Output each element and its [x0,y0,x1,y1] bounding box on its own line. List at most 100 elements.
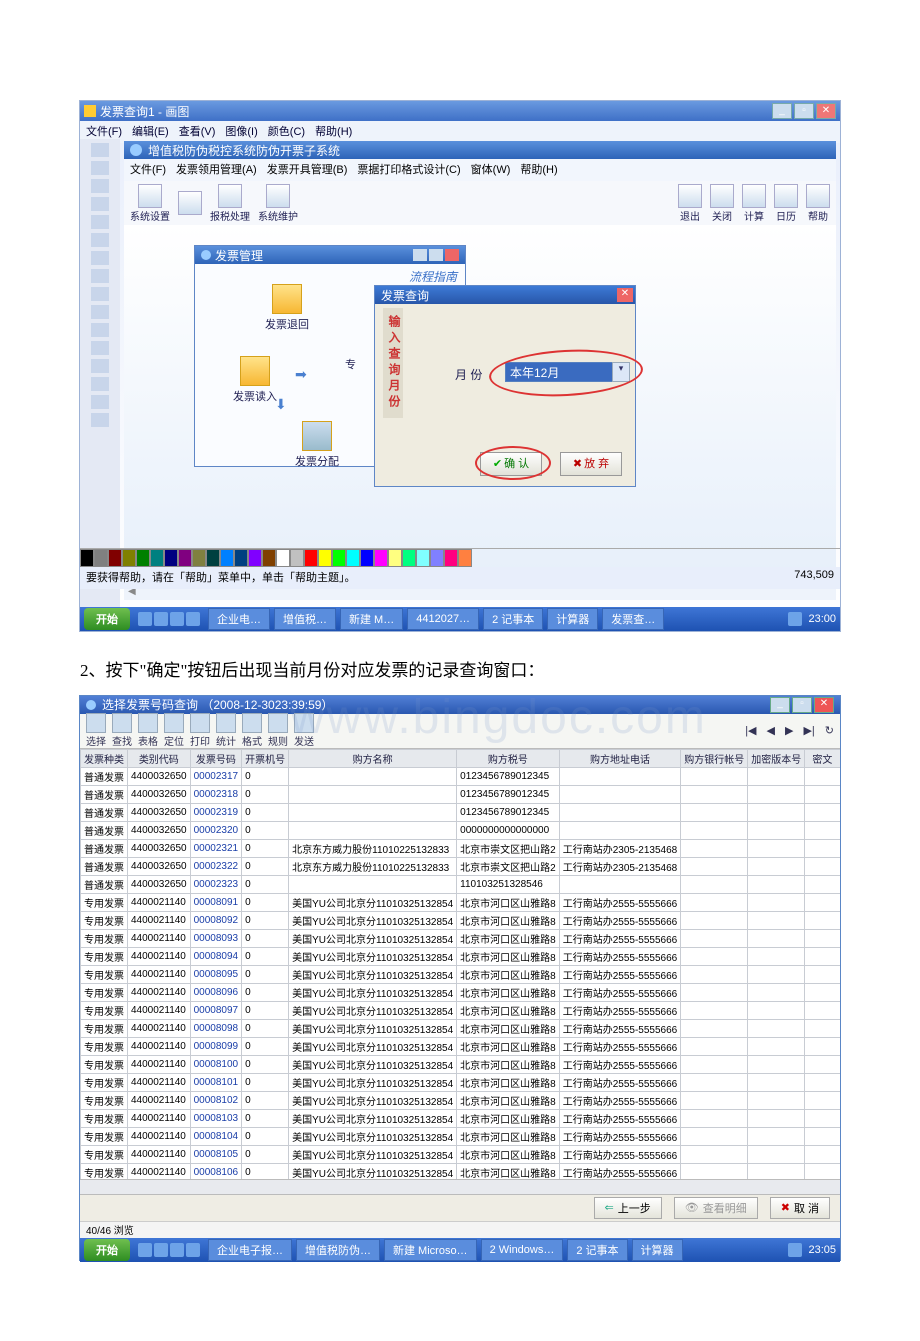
taskbar-item[interactable]: 企业电子报… [208,1239,292,1261]
taskbar-item[interactable]: 2 记事本 [483,608,543,630]
taskbar-item[interactable]: 4412027… [407,608,479,630]
table-row[interactable]: 专用发票4400021140000080990美国YU公司北京分11010325… [81,1037,841,1055]
quicklaunch-icon[interactable] [138,612,152,626]
menu-item[interactable]: 图像(I) [225,123,257,141]
invoice-grid[interactable]: 发票种类类别代码发票号码开票机号购方名称购方税号购方地址电话购方银行帐号加密版本… [80,749,840,1179]
color-swatch[interactable] [416,549,430,567]
table-row[interactable]: 普通发票44000326500000231700123456789012345 [81,767,841,785]
color-swatch[interactable] [374,549,388,567]
color-swatch[interactable] [122,549,136,567]
toolbar-button[interactable]: 查找 [112,713,132,748]
table-row[interactable]: 专用发票4400021140000080950美国YU公司北京分11010325… [81,965,841,983]
taskbar-item[interactable]: 2 Windows… [481,1239,564,1261]
table-row[interactable]: 普通发票44000326500000231800123456789012345 [81,785,841,803]
table-row[interactable]: 普通发票4400032650000023210北京东方威力股份110102251… [81,839,841,857]
toolbar-button[interactable]: 系统维护 [258,184,298,223]
table-row[interactable]: 普通发票4400032650000023230110103251328546 [81,875,841,893]
nav-button[interactable]: |◀ [745,724,756,737]
color-palette[interactable] [80,548,840,567]
minimize-button[interactable]: _ [770,697,790,713]
color-swatch[interactable] [94,549,108,567]
color-swatch[interactable] [444,549,458,567]
color-swatch[interactable] [276,549,290,567]
color-swatch[interactable] [248,549,262,567]
menu-item[interactable]: 票据打印格式设计(C) [357,161,460,179]
taskbar-item[interactable]: 2 记事本 [567,1239,627,1261]
menu-item[interactable]: 发票领用管理(A) [176,161,257,179]
table-row[interactable]: 专用发票4400021140000080930美国YU公司北京分11010325… [81,929,841,947]
menu-item[interactable]: 帮助(H) [520,161,557,179]
dialog-titlebar[interactable]: 发票查询 [375,286,635,304]
menu-item[interactable]: 查看(V) [179,123,216,141]
quicklaunch-icon[interactable] [154,612,168,626]
toolbar-button[interactable]: 格式 [242,713,262,748]
nav-button[interactable]: ◀ [767,724,775,737]
view-detail-button[interactable]: 👁查看明细 [674,1197,758,1219]
toolbar-button[interactable]: 关闭 [710,184,734,223]
table-row[interactable]: 专用发票4400021140000081040美国YU公司北京分11010325… [81,1127,841,1145]
maximize-icon[interactable] [429,249,443,261]
table-row[interactable]: 专用发票4400021140000081050美国YU公司北京分11010325… [81,1145,841,1163]
toolbar-button[interactable]: 表格 [138,713,158,748]
toolbar-button[interactable]: 打印 [190,713,210,748]
color-swatch[interactable] [234,549,248,567]
flow-return[interactable]: 发票退回 [265,284,309,332]
color-swatch[interactable] [220,549,234,567]
minimize-button[interactable]: _ [772,103,792,119]
toolbar-button[interactable]: 日历 [774,184,798,223]
table-row[interactable]: 专用发票4400021140000081010美国YU公司北京分11010325… [81,1073,841,1091]
color-swatch[interactable] [346,549,360,567]
toolbar-button[interactable]: 选择 [86,713,106,748]
table-row[interactable]: 专用发票4400021140000081000美国YU公司北京分11010325… [81,1055,841,1073]
system-tray[interactable]: 23:05 [782,1243,836,1257]
taskbar-item[interactable]: 增值税… [274,608,336,630]
close-icon[interactable] [445,249,459,261]
nav-button[interactable]: ▶ [785,724,793,737]
color-swatch[interactable] [178,549,192,567]
flow-import[interactable]: 发票读入 [233,356,277,404]
toolbar-button[interactable]: 计算 [742,184,766,223]
menu-item[interactable]: 文件(F) [130,161,166,179]
close-button[interactable]: ✕ [816,103,836,119]
system-tray[interactable]: 23:00 [782,612,836,626]
flow-distribute[interactable]: 发票分配 [295,421,339,469]
menu-item[interactable]: 编辑(E) [132,123,169,141]
color-swatch[interactable] [150,549,164,567]
start-button[interactable]: 开始 [84,608,130,630]
cancel-button[interactable]: 放 弃 [560,452,622,476]
h-scrollbar[interactable] [80,1179,840,1194]
color-swatch[interactable] [318,549,332,567]
taskbar-item[interactable]: 计算器 [547,608,598,630]
table-row[interactable]: 专用发票4400021140000080920美国YU公司北京分11010325… [81,911,841,929]
table-row[interactable]: 专用发票4400021140000080910美国YU公司北京分11010325… [81,893,841,911]
color-swatch[interactable] [164,549,178,567]
taskbar-item[interactable]: 新建 Microso… [384,1239,477,1261]
menu-item[interactable]: 窗体(W) [471,161,511,179]
table-row[interactable]: 专用发票4400021140000080970美国YU公司北京分11010325… [81,1001,841,1019]
menu-item[interactable]: 发票开具管理(B) [267,161,348,179]
invoice-mgr-titlebar[interactable]: 发票管理 [195,246,465,264]
taskbar-item[interactable]: 增值税防伪… [296,1239,380,1261]
color-swatch[interactable] [262,549,276,567]
maximize-button[interactable]: ▫ [794,103,814,119]
table-row[interactable]: 专用发票4400021140000080940美国YU公司北京分11010325… [81,947,841,965]
color-swatch[interactable] [430,549,444,567]
minimize-icon[interactable] [413,249,427,261]
table-row[interactable]: 专用发票4400021140000081060美国YU公司北京分11010325… [81,1163,841,1179]
quicklaunch-icon[interactable] [170,1243,184,1257]
toolbar-button[interactable]: 系统设置 [130,184,170,223]
menu-item[interactable]: 颜色(C) [268,123,305,141]
color-swatch[interactable] [304,549,318,567]
table-row[interactable]: 专用发票4400021140000080960美国YU公司北京分11010325… [81,983,841,1001]
quicklaunch-icon[interactable] [186,612,200,626]
table-row[interactable]: 专用发票4400021140000080980美国YU公司北京分11010325… [81,1019,841,1037]
dialog-close-button[interactable]: ✕ [617,288,633,302]
table-row[interactable]: 普通发票4400032650000023220北京东方威力股份110102251… [81,857,841,875]
toolbar-button[interactable] [178,191,202,215]
color-swatch[interactable] [332,549,346,567]
toolbar-button[interactable]: 退出 [678,184,702,223]
quicklaunch-icon[interactable] [186,1243,200,1257]
menu-item[interactable]: 帮助(H) [315,123,352,141]
quicklaunch-icon[interactable] [138,1243,152,1257]
color-swatch[interactable] [206,549,220,567]
